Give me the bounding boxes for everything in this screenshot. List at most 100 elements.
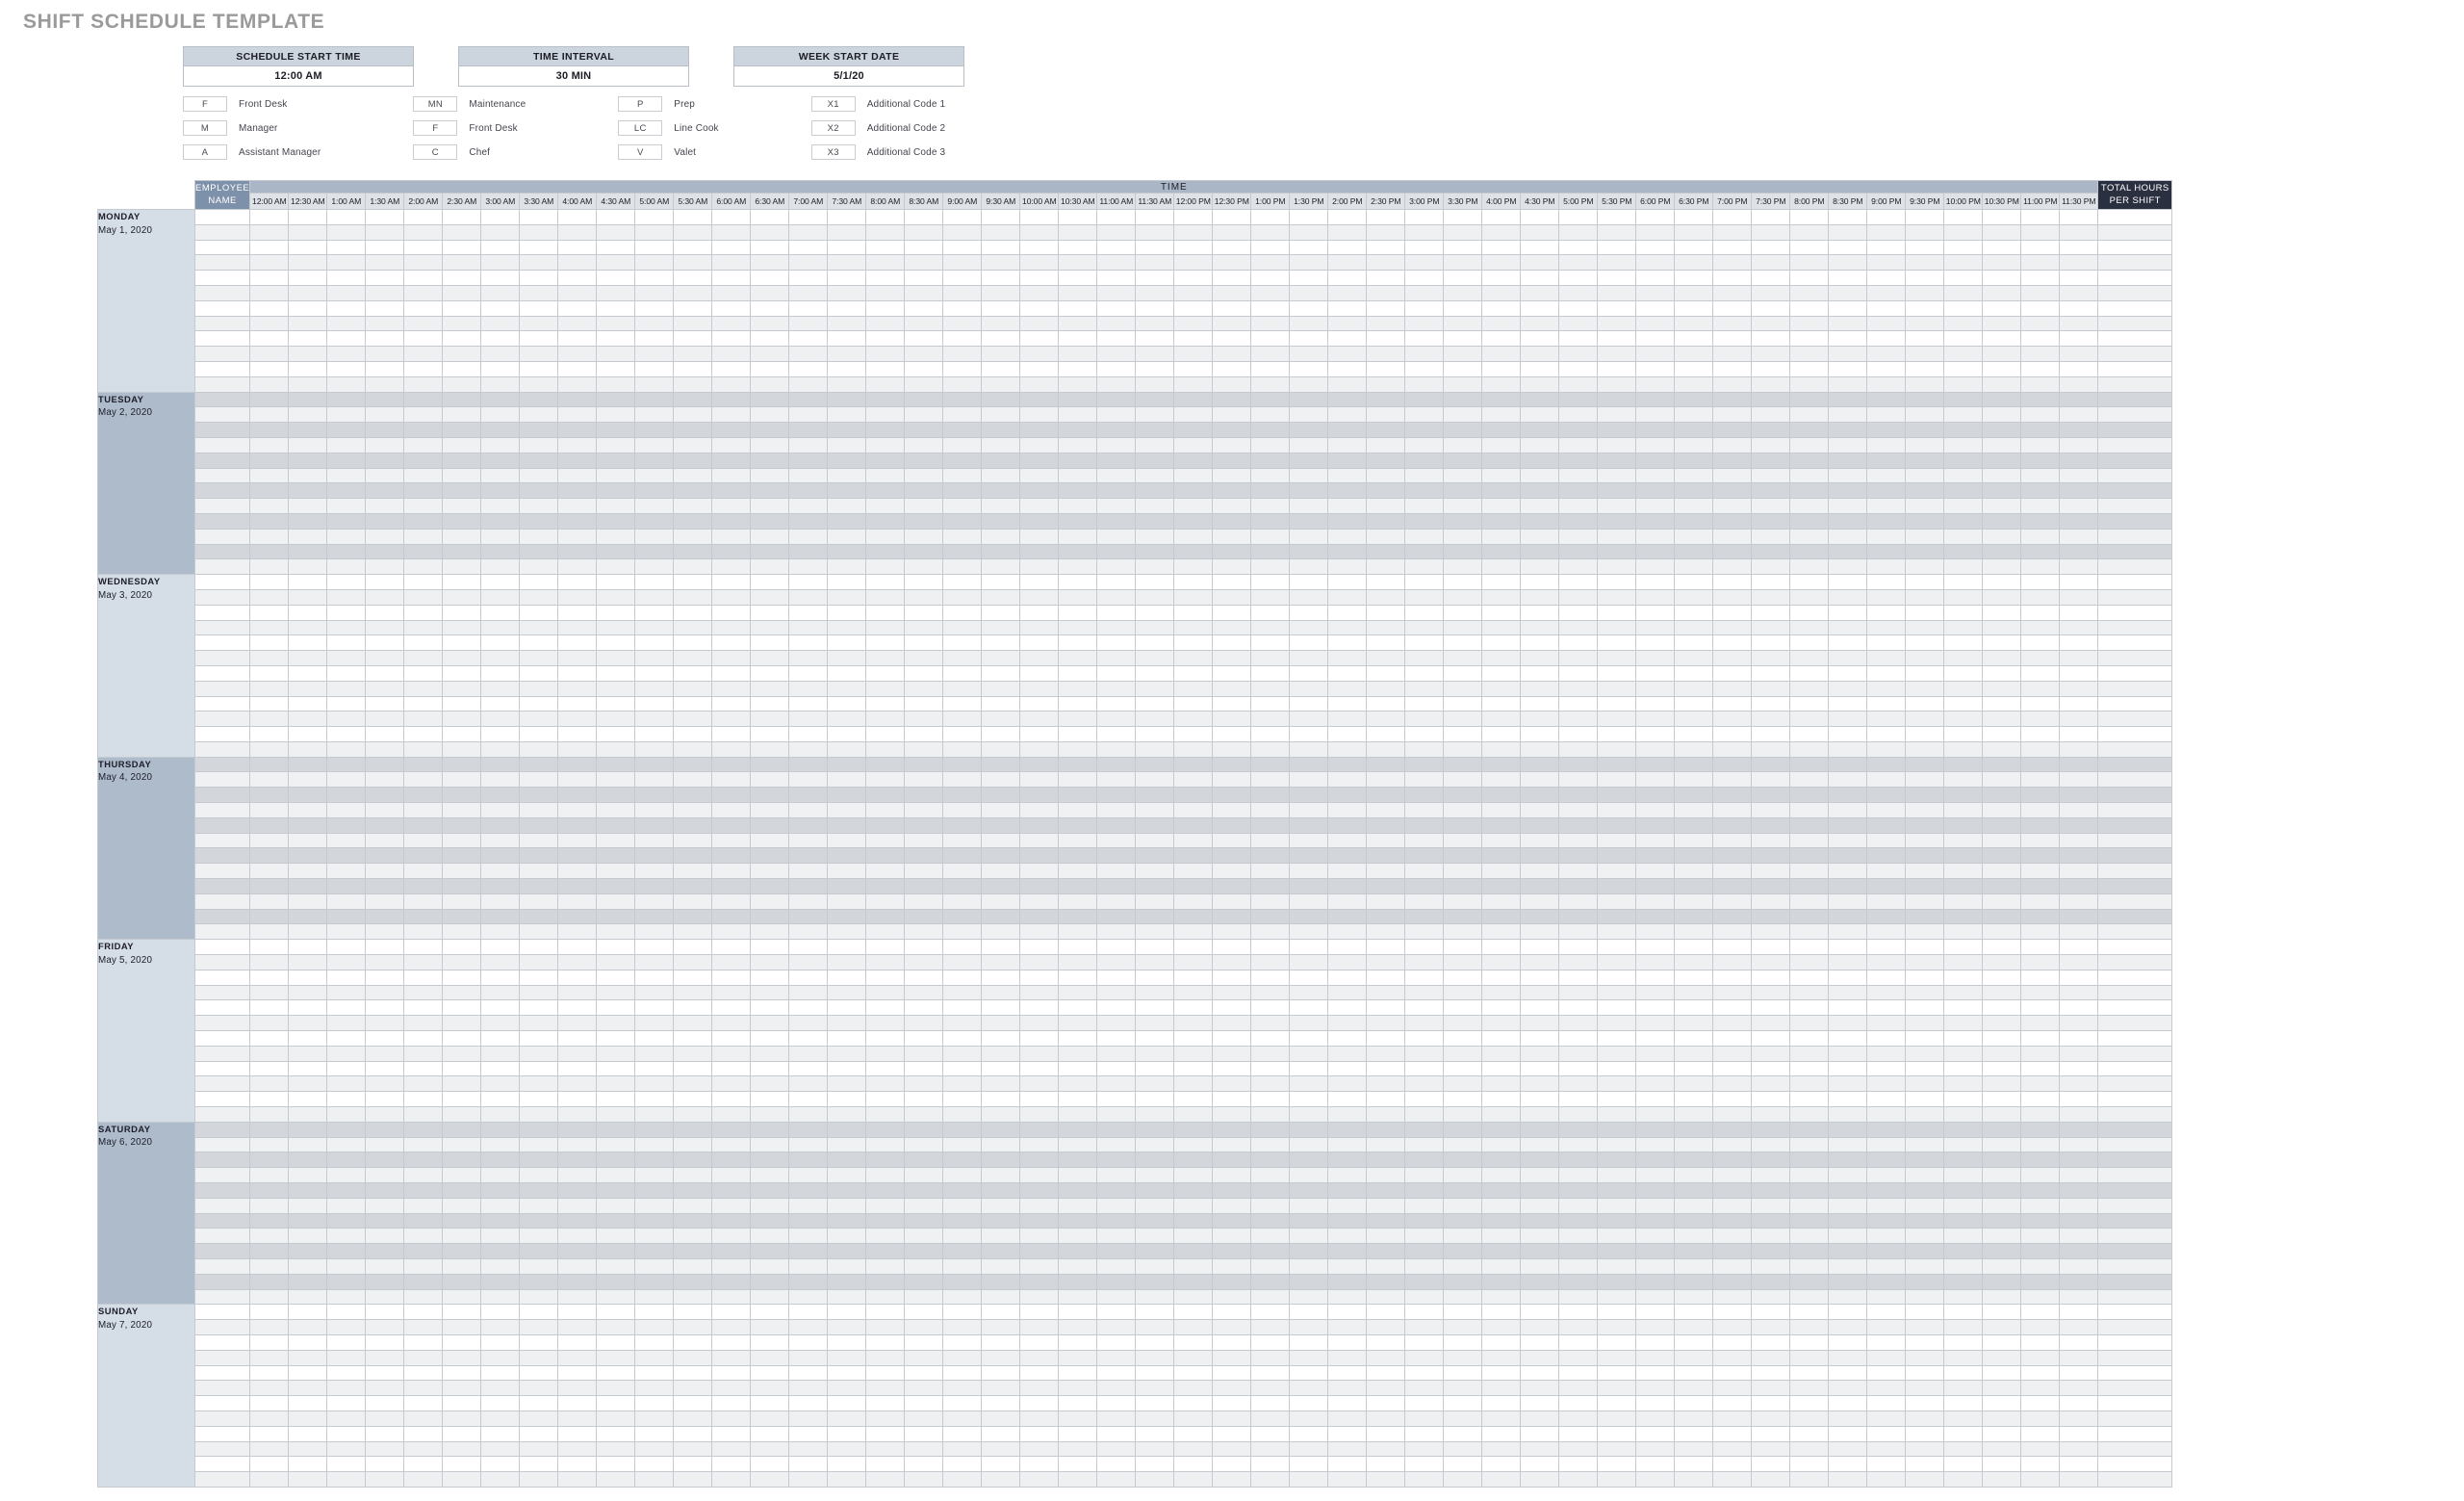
- shift-slot-cell[interactable]: [711, 1015, 752, 1032]
- shift-slot-cell[interactable]: [1404, 284, 1445, 301]
- shift-slot-cell[interactable]: [2020, 1030, 2061, 1047]
- shift-slot-cell[interactable]: [1674, 1075, 1714, 1093]
- shift-slot-cell[interactable]: [827, 330, 867, 348]
- shift-slot-cell[interactable]: [519, 1212, 559, 1229]
- shift-slot-cell[interactable]: [1443, 969, 1483, 986]
- legend-code-input[interactable]: V: [618, 144, 663, 160]
- shift-slot-cell[interactable]: [1250, 1288, 1291, 1306]
- shift-slot-cell[interactable]: [557, 498, 598, 514]
- shift-slot-cell[interactable]: [1250, 543, 1291, 560]
- shift-slot-cell[interactable]: [711, 771, 752, 789]
- shift-slot-cell[interactable]: [288, 680, 328, 697]
- shift-slot-cell[interactable]: [2059, 1349, 2099, 1366]
- shift-slot-cell[interactable]: [634, 619, 675, 636]
- shift-slot-cell[interactable]: [1135, 1152, 1175, 1169]
- shift-slot-cell[interactable]: [1674, 802, 1714, 818]
- shift-slot-cell[interactable]: [981, 680, 1021, 697]
- shift-slot-cell[interactable]: [942, 270, 983, 286]
- shift-slot-cell[interactable]: [365, 284, 405, 301]
- shift-slot-cell[interactable]: [1558, 954, 1599, 970]
- shift-slot-cell[interactable]: [1828, 1410, 1868, 1427]
- shift-slot-cell[interactable]: [788, 360, 829, 377]
- shift-slot-cell[interactable]: [1481, 1197, 1522, 1214]
- shift-slot-cell[interactable]: [634, 436, 675, 453]
- shift-slot-cell[interactable]: [1635, 1364, 1676, 1382]
- shift-slot-cell[interactable]: [249, 1257, 290, 1275]
- employee-name-cell[interactable]: [193, 650, 251, 666]
- shift-slot-cell[interactable]: [1943, 619, 1984, 636]
- shift-slot-cell[interactable]: [1905, 1257, 1945, 1275]
- shift-slot-cell[interactable]: [442, 923, 482, 941]
- shift-slot-cell[interactable]: [1019, 588, 1060, 606]
- shift-slot-cell[interactable]: [596, 436, 636, 453]
- shift-slot-cell[interactable]: [249, 422, 290, 438]
- shift-slot-cell[interactable]: [1058, 558, 1098, 576]
- shift-slot-cell[interactable]: [1212, 695, 1252, 712]
- shift-slot-cell[interactable]: [865, 832, 906, 849]
- shift-slot-cell[interactable]: [1289, 1106, 1329, 1123]
- shift-slot-cell[interactable]: [1327, 375, 1368, 393]
- shift-slot-cell[interactable]: [1212, 1440, 1252, 1458]
- total-hours-cell[interactable]: [2097, 1288, 2173, 1306]
- shift-slot-cell[interactable]: [1712, 1410, 1753, 1427]
- shift-slot-cell[interactable]: [1212, 299, 1252, 317]
- shift-slot-cell[interactable]: [1173, 375, 1214, 393]
- shift-slot-cell[interactable]: [904, 1045, 944, 1062]
- shift-slot-cell[interactable]: [1212, 558, 1252, 576]
- shift-slot-cell[interactable]: [673, 360, 713, 377]
- shift-slot-cell[interactable]: [1751, 1380, 1791, 1397]
- shift-slot-cell[interactable]: [1135, 863, 1175, 880]
- shift-slot-cell[interactable]: [711, 604, 752, 621]
- shift-slot-cell[interactable]: [288, 893, 328, 910]
- shift-slot-cell[interactable]: [827, 999, 867, 1017]
- shift-slot-cell[interactable]: [1019, 330, 1060, 348]
- shift-slot-cell[interactable]: [865, 740, 906, 758]
- shift-slot-cell[interactable]: [1250, 1243, 1291, 1259]
- shift-slot-cell[interactable]: [596, 619, 636, 636]
- employee-name-cell[interactable]: [193, 664, 251, 682]
- shift-slot-cell[interactable]: [1096, 695, 1137, 712]
- shift-slot-cell[interactable]: [750, 1304, 790, 1321]
- shift-slot-cell[interactable]: [904, 1288, 944, 1306]
- shift-slot-cell[interactable]: [1520, 1410, 1560, 1427]
- shift-slot-cell[interactable]: [1635, 650, 1676, 666]
- shift-slot-cell[interactable]: [750, 664, 790, 682]
- shift-slot-cell[interactable]: [596, 391, 636, 408]
- shift-slot-cell[interactable]: [1905, 239, 1945, 256]
- shift-slot-cell[interactable]: [1481, 1212, 1522, 1229]
- shift-slot-cell[interactable]: [904, 908, 944, 925]
- shift-slot-cell[interactable]: [1789, 467, 1830, 484]
- shift-slot-cell[interactable]: [827, 436, 867, 453]
- shift-slot-cell[interactable]: [2020, 1152, 2061, 1169]
- shift-slot-cell[interactable]: [1366, 452, 1406, 469]
- shift-slot-cell[interactable]: [1250, 284, 1291, 301]
- shift-slot-cell[interactable]: [2020, 1045, 2061, 1062]
- shift-slot-cell[interactable]: [1135, 1425, 1175, 1442]
- shift-slot-cell[interactable]: [326, 908, 367, 925]
- shift-slot-cell[interactable]: [1366, 209, 1406, 225]
- shift-slot-cell[interactable]: [557, 878, 598, 894]
- shift-slot-cell[interactable]: [596, 1197, 636, 1214]
- shift-slot-cell[interactable]: [1558, 1228, 1599, 1245]
- shift-slot-cell[interactable]: [1289, 223, 1329, 241]
- shift-slot-cell[interactable]: [865, 969, 906, 986]
- shift-slot-cell[interactable]: [1212, 588, 1252, 606]
- shift-slot-cell[interactable]: [442, 863, 482, 880]
- shift-slot-cell[interactable]: [1366, 406, 1406, 424]
- shift-slot-cell[interactable]: [1135, 330, 1175, 348]
- shift-slot-cell[interactable]: [480, 939, 521, 956]
- shift-slot-cell[interactable]: [1597, 1304, 1637, 1321]
- shift-slot-cell[interactable]: [1597, 223, 1637, 241]
- shift-slot-cell[interactable]: [1982, 619, 2022, 636]
- total-hours-cell[interactable]: [2097, 1106, 2173, 1123]
- shift-slot-cell[interactable]: [634, 391, 675, 408]
- shift-slot-cell[interactable]: [673, 574, 713, 590]
- shift-slot-cell[interactable]: [1404, 1045, 1445, 1062]
- shift-slot-cell[interactable]: [1481, 1106, 1522, 1123]
- shift-slot-cell[interactable]: [904, 1273, 944, 1290]
- shift-slot-cell[interactable]: [365, 802, 405, 818]
- shift-slot-cell[interactable]: [1212, 223, 1252, 241]
- shift-slot-cell[interactable]: [904, 1091, 944, 1108]
- employee-name-cell[interactable]: [193, 1228, 251, 1245]
- shift-slot-cell[interactable]: [827, 650, 867, 666]
